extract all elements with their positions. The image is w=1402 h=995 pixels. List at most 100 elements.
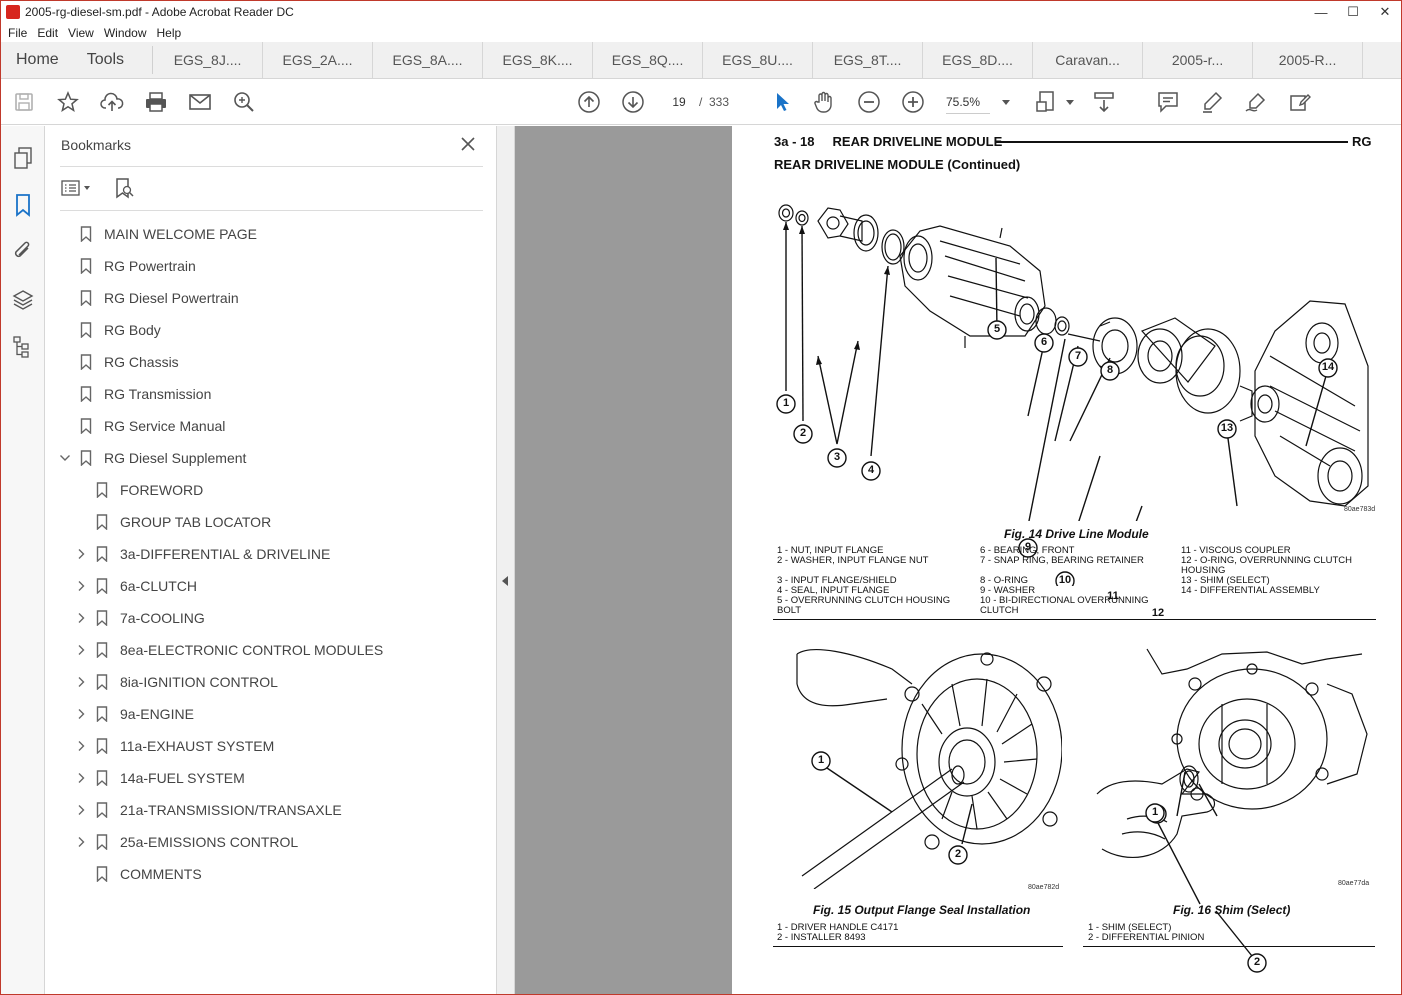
chevron-right-icon[interactable] xyxy=(74,643,88,657)
tab-tools[interactable]: Tools xyxy=(73,42,152,78)
doc-tab[interactable]: EGS_2A.... xyxy=(263,42,374,78)
bookmark-item[interactable]: 25a-EMISSIONS CONTROL xyxy=(74,829,298,855)
bookmark-item[interactable]: 11a-EXHAUST SYSTEM xyxy=(74,733,274,759)
zoom-level-input[interactable]: 75.5% xyxy=(946,90,990,114)
comment-icon[interactable] xyxy=(1156,90,1180,114)
content-tree-icon[interactable] xyxy=(11,335,35,359)
bookmark-item[interactable]: RG Diesel Supplement xyxy=(58,445,246,471)
panel-collapse-handle[interactable] xyxy=(497,126,515,994)
select-cursor-icon[interactable] xyxy=(770,90,794,114)
doc-tab[interactable]: EGS_8D.... xyxy=(923,42,1034,78)
bookmark-item[interactable]: RG Transmission xyxy=(58,381,211,407)
page-separator: / xyxy=(699,95,703,109)
bookmark-item[interactable]: FOREWORD xyxy=(74,477,203,503)
email-icon[interactable] xyxy=(188,90,212,114)
doc-tab[interactable]: EGS_8Q.... xyxy=(593,42,704,78)
bookmark-item[interactable]: 14a-FUEL SYSTEM xyxy=(74,765,245,791)
bookmark-item[interactable]: 6a-CLUTCH xyxy=(74,573,197,599)
page-header: 3a - 18 REAR DRIVELINE MODULE xyxy=(774,134,1003,149)
bookmark-ribbon-icon xyxy=(96,482,108,499)
bookmark-label: GROUP TAB LOCATOR xyxy=(120,514,272,530)
fit-page-icon[interactable] xyxy=(1035,90,1059,114)
doc-tab[interactable]: EGS_8K.... xyxy=(483,42,594,78)
chevron-right-icon[interactable] xyxy=(74,835,88,849)
page-thumbnails-icon[interactable] xyxy=(11,146,35,170)
chevron-right-icon[interactable] xyxy=(74,547,88,561)
minimize-button[interactable]: — xyxy=(1305,1,1337,23)
attachments-icon[interactable] xyxy=(11,240,35,264)
zoom-out-icon[interactable] xyxy=(857,90,881,114)
menu-window[interactable]: Window xyxy=(104,26,147,40)
chevron-right-icon[interactable] xyxy=(74,611,88,625)
bookmark-item[interactable]: 8ia-IGNITION CONTROL xyxy=(74,669,278,695)
sign-pen-icon[interactable] xyxy=(1244,90,1268,114)
bookmark-item[interactable]: 7a-COOLING xyxy=(74,605,205,631)
legend-line: 2 - DIFFERENTIAL PINION xyxy=(1088,932,1205,943)
legend-line: 2 - WASHER, INPUT FLANGE NUT xyxy=(777,555,929,566)
menu-file[interactable]: File xyxy=(8,26,27,40)
tab-home[interactable]: Home xyxy=(1,42,73,78)
chevron-right-icon[interactable] xyxy=(74,707,88,721)
bookmark-item[interactable]: RG Chassis xyxy=(58,349,179,375)
search-icon[interactable] xyxy=(232,90,256,114)
bookmark-item[interactable]: COMMENTS xyxy=(74,861,202,887)
menu-edit[interactable]: Edit xyxy=(37,26,58,40)
bookmark-item[interactable]: RG Diesel Powertrain xyxy=(58,285,239,311)
chevron-down-icon[interactable] xyxy=(994,90,1018,114)
bookmark-item[interactable]: MAIN WELCOME PAGE xyxy=(58,221,257,247)
close-icon[interactable] xyxy=(459,135,477,153)
chevron-right-icon[interactable] xyxy=(74,803,88,817)
fill-sign-icon[interactable] xyxy=(1288,90,1312,114)
bookmark-item[interactable]: 21a-TRANSMISSION/TRANSAXLE xyxy=(74,797,342,823)
bookmark-item[interactable]: RG Service Manual xyxy=(58,413,225,439)
bookmark-label: RG Service Manual xyxy=(104,418,226,434)
doc-tab[interactable]: EGS_8U.... xyxy=(703,42,814,78)
doc-tab[interactable]: Caravan... xyxy=(1033,42,1144,78)
chevron-right-icon[interactable] xyxy=(74,739,88,753)
bookmarks-panel-icon[interactable] xyxy=(11,193,35,217)
zoom-in-icon[interactable] xyxy=(901,90,925,114)
bookmark-ribbon-icon xyxy=(96,738,108,755)
print-icon[interactable] xyxy=(144,90,168,114)
menu-view[interactable]: View xyxy=(68,26,94,40)
menu-bar: File Edit View Window Help xyxy=(1,23,1401,42)
chevron-right-icon[interactable] xyxy=(74,675,88,689)
star-icon[interactable] xyxy=(56,90,80,114)
chevron-down-icon[interactable] xyxy=(58,451,72,465)
menu-help[interactable]: Help xyxy=(157,26,182,40)
doc-tab-active[interactable]: 2005-R... xyxy=(1253,42,1364,78)
bookmark-item[interactable]: 3a-DIFFERENTIAL & DRIVELINE xyxy=(74,541,330,567)
maximize-button[interactable]: ☐ xyxy=(1337,1,1369,23)
bookmark-label: MAIN WELCOME PAGE xyxy=(104,226,257,242)
bookmark-ribbon-icon xyxy=(96,546,108,563)
upload-cloud-icon[interactable] xyxy=(100,90,124,114)
bookmark-item[interactable]: 8ea-ELECTRONIC CONTROL MODULES xyxy=(74,637,383,663)
bookmark-item[interactable]: RG Powertrain xyxy=(58,253,196,279)
doc-tab[interactable]: EGS_8J.... xyxy=(153,42,264,78)
chevron-down-icon[interactable] xyxy=(1058,90,1082,114)
doc-tab[interactable]: 2005-r... xyxy=(1143,42,1254,78)
close-window-button[interactable]: ✕ xyxy=(1369,1,1401,23)
new-bookmark-icon[interactable] xyxy=(113,178,135,199)
figure-caption: Fig. 16 Shim (Select) xyxy=(1173,903,1291,917)
callout-number: 14 xyxy=(1321,361,1335,373)
highlight-pen-icon[interactable] xyxy=(1200,90,1224,114)
previous-page-icon[interactable] xyxy=(577,90,601,114)
scroll-mode-icon[interactable] xyxy=(1092,90,1116,114)
hand-tool-icon[interactable] xyxy=(812,90,836,114)
page-number-input[interactable]: 19 xyxy=(664,90,694,114)
save-icon[interactable] xyxy=(12,90,36,114)
bookmark-options-button[interactable] xyxy=(61,178,93,198)
bookmark-item[interactable]: RG Body xyxy=(58,317,161,343)
page-subtitle: REAR DRIVELINE MODULE (Continued) xyxy=(774,157,1021,172)
doc-tab[interactable]: EGS_8T.... xyxy=(813,42,924,78)
bookmark-item[interactable]: GROUP TAB LOCATOR xyxy=(74,509,271,535)
next-page-icon[interactable] xyxy=(621,90,645,114)
chevron-right-icon[interactable] xyxy=(74,771,88,785)
chevron-right-icon[interactable] xyxy=(74,579,88,593)
divider xyxy=(60,166,483,167)
doc-tab[interactable]: EGS_8A.... xyxy=(373,42,484,78)
layers-icon[interactable] xyxy=(11,288,35,312)
bookmark-item[interactable]: 9a-ENGINE xyxy=(74,701,194,727)
